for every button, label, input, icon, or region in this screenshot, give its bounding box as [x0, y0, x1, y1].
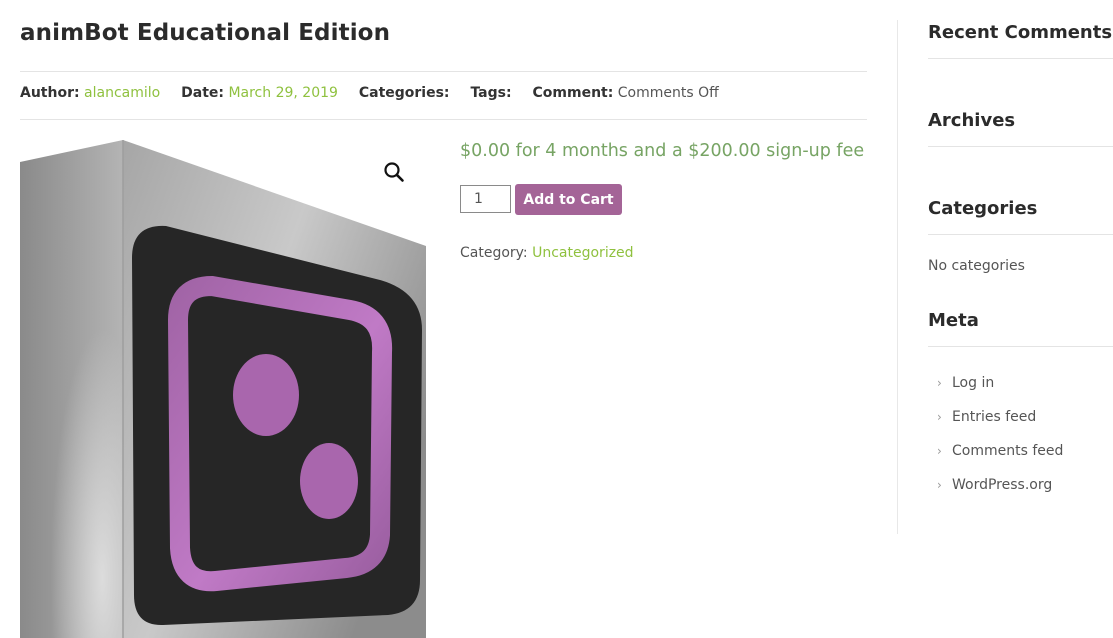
- category-label: Category:: [460, 245, 528, 261]
- author-label: Author:: [20, 85, 80, 101]
- categories-divider: [928, 234, 1113, 235]
- title-divider: [20, 71, 867, 72]
- meta-link-wordpress-org[interactable]: › WordPress.org: [937, 477, 1052, 493]
- archives-title: Archives: [928, 110, 1016, 131]
- quantity-input[interactable]: [460, 185, 511, 213]
- meta-link-label: Entries feed: [952, 409, 1037, 425]
- product-category: Category: Uncategorized: [460, 245, 634, 261]
- comment-label: Comment:: [532, 85, 614, 101]
- categories-title: Categories: [928, 198, 1038, 219]
- recent-comments-divider: [928, 58, 1113, 59]
- meta-link-label: Log in: [952, 375, 995, 391]
- meta-link-log-in[interactable]: › Log in: [937, 375, 994, 391]
- meta-link-comments-feed[interactable]: › Comments feed: [937, 443, 1063, 459]
- meta-widget-divider: [928, 346, 1113, 347]
- archives-divider: [928, 146, 1113, 147]
- meta-title: Meta: [928, 310, 979, 331]
- sidebar-divider: [897, 20, 898, 534]
- product-price: $0.00 for 4 months and a $200.00 sign-up…: [460, 141, 865, 161]
- post-title: animBot Educational Edition: [20, 20, 391, 46]
- tags-label: Tags:: [470, 85, 512, 101]
- author-link[interactable]: alancamilo: [84, 85, 160, 101]
- chevron-right-icon: ›: [937, 478, 942, 492]
- categories-label: Categories:: [358, 85, 450, 101]
- chevron-right-icon: ›: [937, 444, 942, 458]
- date-link[interactable]: March 29, 2019: [228, 85, 337, 101]
- animbot-logo-icon: [20, 140, 426, 638]
- chevron-right-icon: ›: [937, 376, 942, 390]
- comment-status: Comments Off: [617, 85, 719, 101]
- date-label: Date:: [181, 85, 224, 101]
- meta-link-label: WordPress.org: [952, 477, 1053, 493]
- recent-comments-title: Recent Comments: [928, 22, 1113, 43]
- category-link[interactable]: Uncategorized: [532, 245, 633, 261]
- product-image[interactable]: [20, 140, 426, 638]
- chevron-right-icon: ›: [937, 410, 942, 424]
- post-meta: Author: alancamilo Date: March 29, 2019 …: [20, 85, 719, 101]
- meta-divider: [20, 119, 867, 120]
- zoom-button[interactable]: [382, 160, 406, 184]
- meta-link-label: Comments feed: [952, 443, 1064, 459]
- no-categories-text: No categories: [928, 258, 1025, 274]
- meta-link-entries-feed[interactable]: › Entries feed: [937, 409, 1036, 425]
- add-to-cart-button[interactable]: Add to Cart: [515, 184, 622, 215]
- magnifier-icon: [384, 162, 404, 182]
